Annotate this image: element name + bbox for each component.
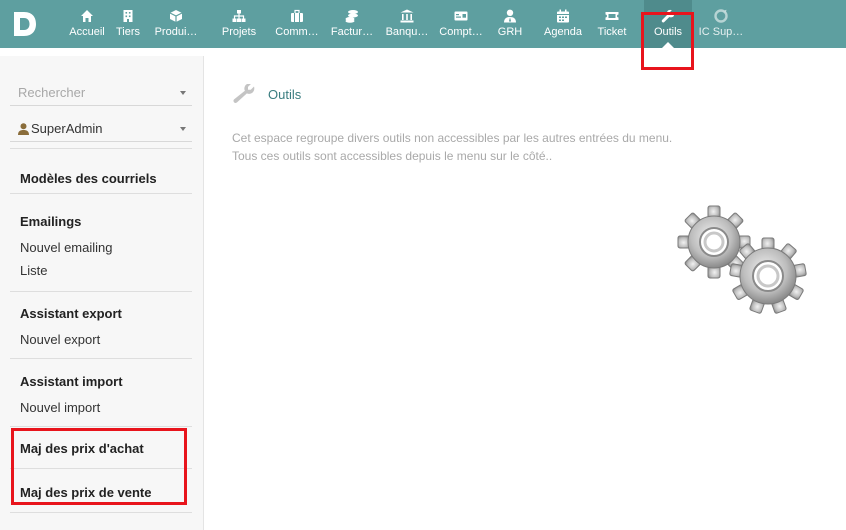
divider <box>10 291 192 292</box>
calendar-icon <box>557 9 569 23</box>
search-placeholder: Rechercher <box>18 85 86 100</box>
sidebar-link-nouvel-emailing[interactable]: Nouvel emailing <box>20 240 113 255</box>
sidebar-item-modeles-courriels[interactable]: Modèles des courriels <box>20 171 157 186</box>
suitcase-icon <box>291 9 303 22</box>
menu-label: Agenda <box>544 26 582 38</box>
menu-label: Accueil <box>69 26 105 38</box>
menu-item-grh[interactable]: GRH <box>494 0 526 48</box>
menu-item-produits[interactable]: Produi… <box>152 0 200 48</box>
sidebar-link-liste[interactable]: Liste <box>20 263 47 278</box>
user-tie-icon <box>504 9 516 23</box>
chevron-down-icon <box>180 127 186 131</box>
wrench-icon <box>233 84 255 103</box>
menu-label: Factur… <box>330 26 374 38</box>
sidebar-link-nouvel-export[interactable]: Nouvel export <box>20 332 100 347</box>
sidebar-item-maj-prix-achat[interactable]: Maj des prix d'achat <box>20 441 144 456</box>
menu-label: Ticket <box>597 26 627 38</box>
sidebar-item-maj-prix-vente[interactable]: Maj des prix de vente <box>20 485 152 500</box>
sidebar-item-assistant-import[interactable]: Assistant import <box>20 374 123 389</box>
ticket-icon <box>605 12 619 20</box>
divider <box>10 426 192 427</box>
menu-label: Projets <box>221 26 257 38</box>
divider <box>10 358 192 359</box>
menu-item-outils[interactable]: Outils <box>644 0 692 48</box>
menu-item-projets[interactable]: Projets <box>216 0 262 48</box>
menu-label: Banqu… <box>385 26 429 38</box>
menu-label: Tiers <box>115 26 141 38</box>
cube-icon <box>169 10 183 22</box>
page-title: Outils <box>268 87 302 102</box>
wrench-icon <box>661 9 675 23</box>
menu-label: Compt… <box>439 26 483 38</box>
home-icon <box>81 10 93 22</box>
logo[interactable] <box>12 10 38 38</box>
building-icon <box>123 10 133 22</box>
coins-icon <box>345 10 358 23</box>
user-icon <box>18 123 29 135</box>
menu-label: GRH <box>497 26 523 38</box>
menu-item-ic-support[interactable]: IC Sup… <box>696 0 746 48</box>
menu-item-facturation[interactable]: Factur… <box>326 0 378 48</box>
description-line-2: Tous ces outils sont accessibles depuis … <box>232 149 553 163</box>
sidebar-item-assistant-export[interactable]: Assistant export <box>20 306 122 321</box>
menu-item-commercial[interactable]: Comm… <box>272 0 322 48</box>
menu-item-banque[interactable]: Banqu… <box>382 0 432 48</box>
top-menu-bar: Accueil Tiers Produi… Projets Comm… Fact… <box>0 0 846 70</box>
sidebar-link-nouvel-import[interactable]: Nouvel import <box>20 400 100 415</box>
divider <box>10 148 192 149</box>
menu-item-tiers[interactable]: Tiers <box>110 0 146 48</box>
divider <box>10 468 192 469</box>
menu-label: Produi… <box>154 26 198 38</box>
user-name: SuperAdmin <box>31 121 103 136</box>
description-line-1: Cet espace regroupe divers outils non ac… <box>232 131 673 145</box>
search-select[interactable]: Rechercher <box>10 82 192 106</box>
bank-icon <box>400 9 414 23</box>
gears-icon <box>677 205 807 314</box>
menu-label: Outils <box>653 26 683 38</box>
left-sidebar: Rechercher SuperAdmin Modèles des courri… <box>0 56 204 530</box>
menu-item-agenda[interactable]: Agenda <box>540 0 586 48</box>
menu-label: Comm… <box>275 26 319 38</box>
menu-item-comptabilite[interactable]: Compt… <box>436 0 486 48</box>
sitemap-icon <box>232 10 246 22</box>
menu-label: IC Sup… <box>698 26 744 38</box>
money-check-icon <box>454 11 468 21</box>
divider <box>10 512 192 513</box>
support-icon <box>714 9 728 23</box>
menu-item-accueil[interactable]: Accueil <box>64 0 110 48</box>
menu-item-ticket[interactable]: Ticket <box>592 0 632 48</box>
divider <box>10 193 192 194</box>
sidebar-item-emailings[interactable]: Emailings <box>20 214 81 229</box>
user-select[interactable]: SuperAdmin <box>10 118 192 142</box>
chevron-down-icon <box>180 91 186 95</box>
